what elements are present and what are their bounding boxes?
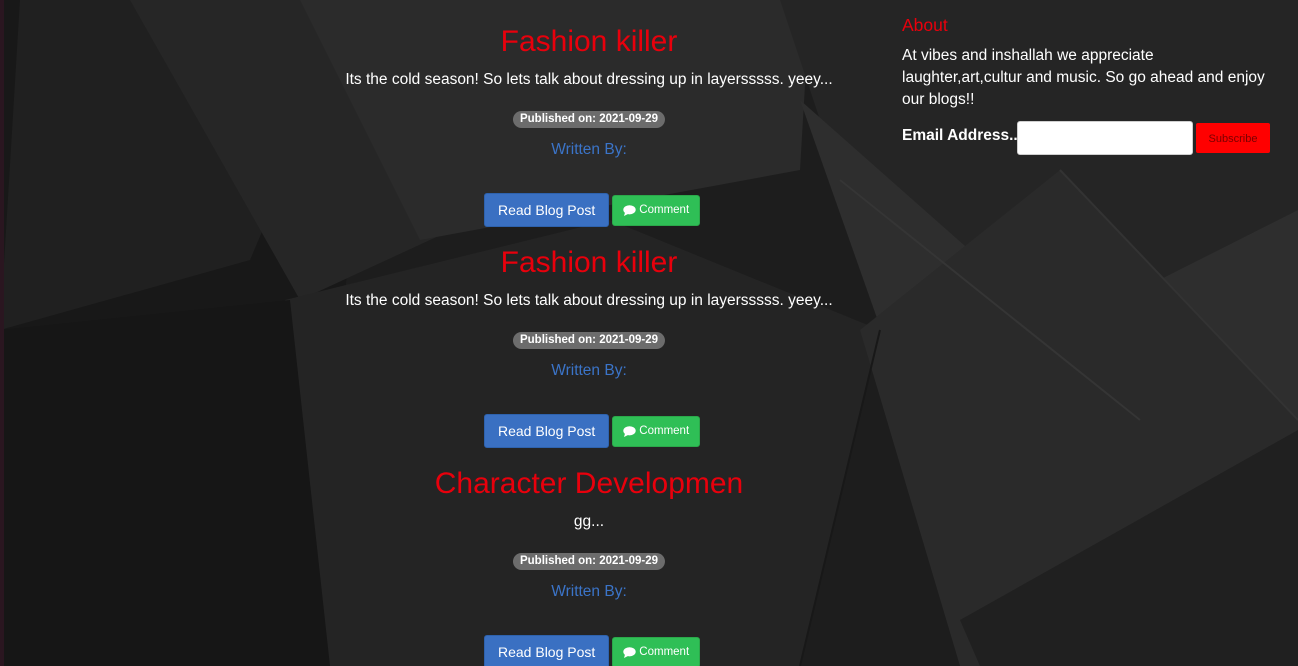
post-excerpt: gg... bbox=[573, 513, 605, 530]
email-address-input[interactable] bbox=[1017, 121, 1193, 155]
post-excerpt: Its the cold season! So lets talk about … bbox=[345, 292, 833, 309]
author-line: Written By: bbox=[551, 583, 627, 600]
left-edge-strip bbox=[0, 0, 4, 666]
blog-post-card: Character Developmen gg... Published on:… bbox=[330, 442, 848, 666]
comment-bubble-icon bbox=[623, 204, 636, 216]
post-title: Fashion killer bbox=[500, 246, 678, 279]
published-date-badge: Published on: 2021-09-29 bbox=[512, 553, 666, 570]
published-date-badge: Published on: 2021-09-29 bbox=[512, 332, 666, 349]
blog-post-list: Fashion killer Its the cold season! So l… bbox=[330, 0, 848, 666]
post-actions: Read Blog Post Comment bbox=[484, 635, 701, 666]
about-description: At vibes and inshallah we appreciate lau… bbox=[902, 47, 1265, 108]
blog-post-card: Fashion killer Its the cold season! So l… bbox=[330, 221, 848, 448]
email-address-label: Email Address... bbox=[902, 127, 1023, 144]
post-title: Fashion killer bbox=[500, 25, 678, 58]
published-date-badge: Published on: 2021-09-29 bbox=[512, 111, 666, 128]
comment-button[interactable]: Comment bbox=[612, 636, 701, 666]
author-line: Written By: bbox=[551, 141, 627, 158]
comment-bubble-icon bbox=[623, 425, 636, 437]
author-line: Written By: bbox=[551, 362, 627, 379]
read-blog-post-button[interactable]: Read Blog Post bbox=[484, 635, 610, 666]
comment-button-label: Comment bbox=[639, 645, 690, 658]
post-excerpt: Its the cold season! So lets talk about … bbox=[345, 71, 833, 88]
post-title: Character Developmen bbox=[434, 467, 744, 500]
blog-post-card: Fashion killer Its the cold season! So l… bbox=[330, 0, 848, 227]
comment-bubble-icon bbox=[623, 646, 636, 658]
subscribe-button[interactable]: Subscribe bbox=[1196, 123, 1270, 153]
about-heading: About bbox=[902, 15, 948, 35]
